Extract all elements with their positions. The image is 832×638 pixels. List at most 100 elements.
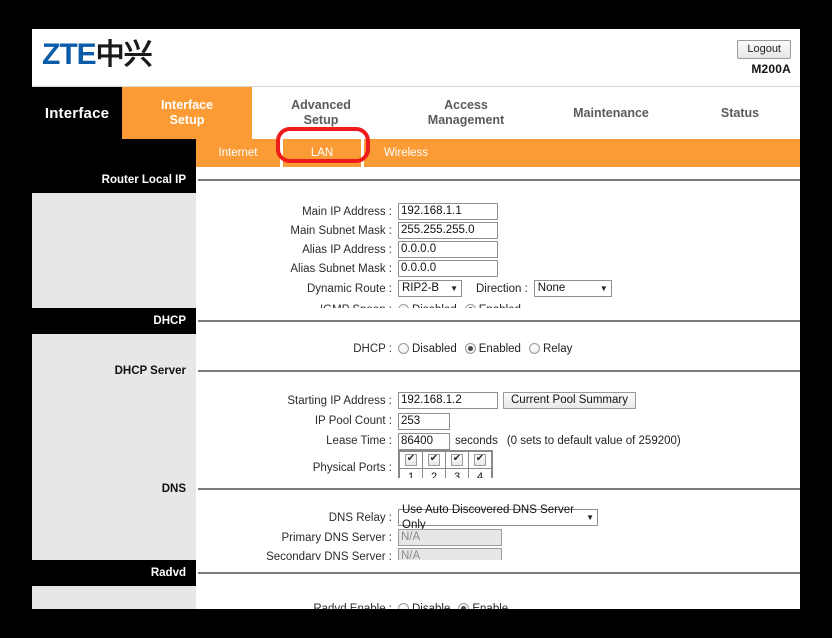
label-dhcp: DHCP : (353, 342, 392, 355)
label-dns-relay: DNS Relay : (328, 511, 392, 524)
physical-port-4-cell[interactable] (468, 450, 492, 469)
label-dynamic-route: Dynamic Route : (306, 282, 392, 295)
dhcp-relay-radio[interactable]: Relay (528, 342, 573, 355)
main-ip-address-input[interactable]: 192.168.1.1 (398, 203, 498, 220)
alias-ip-address-input[interactable]: 0.0.0.0 (398, 241, 498, 258)
section-body-dhcp: DHCP : Disabled Enabled Relay (32, 334, 800, 360)
current-pool-summary-button[interactable]: Current Pool Summary (503, 392, 636, 409)
starting-ip-address-input[interactable]: 192.168.1.2 (398, 392, 498, 409)
section-header-dhcp: DHCP (32, 308, 800, 334)
label-direction: Direction : (476, 282, 528, 295)
subtab-internet[interactable]: Internet (196, 139, 280, 167)
dns-form: DNS Relay : Use Auto Discovered DNS Serv… (196, 500, 800, 565)
section-divider-line (196, 478, 800, 500)
row-radvd-enable: Radvd Enable : Disable Enable (196, 599, 800, 609)
lease-time-hint: (0 sets to default value of 259200) (506, 435, 681, 447)
section-label-spacer-dns (32, 500, 196, 560)
checkbox-icon-checked[interactable] (405, 453, 417, 466)
section-label-radvd: Radvd (32, 560, 196, 586)
dynamic-route-select[interactable]: RIP2-B ▼ (398, 280, 462, 297)
sub-navigation: Internet LAN Wireless (32, 139, 800, 167)
lan-settings-content: Router Local IP Main IP Address : 192.16… (32, 167, 800, 609)
section-rule-radvd (196, 560, 800, 586)
dns-relay-select[interactable]: Use Auto Discovered DNS Server Only ▼ (398, 504, 598, 531)
alias-subnet-mask-input[interactable]: 0.0.0.0 (398, 260, 498, 277)
screenshot-frame: ZTE中兴 Logout M200A Interface Interface S… (0, 0, 832, 638)
tab-status[interactable]: Status (680, 87, 800, 139)
section-divider-line (196, 560, 800, 586)
section-label-spacer-dhcp (32, 334, 196, 360)
tab-interface-setup-line1: Interface (160, 98, 214, 112)
section-label-spacer-router-local-ip (32, 193, 196, 308)
dhcp-enabled-radio[interactable]: Enabled (464, 343, 521, 355)
tab-access-management-line1: Access (444, 98, 488, 112)
logout-area: Logout M200A (671, 39, 791, 76)
direction-select[interactable]: None ▼ (533, 280, 612, 297)
dns-relay-value: Use Auto Discovered DNS Server Only (402, 503, 574, 531)
ip-pool-count-input[interactable]: 253 (398, 412, 450, 430)
section-divider-line (196, 308, 800, 334)
logout-button[interactable]: Logout (737, 40, 791, 59)
radio-icon-selected (464, 343, 476, 354)
radvd-disable-radio[interactable]: Disable (398, 602, 451, 610)
physical-port-2-cell[interactable] (422, 450, 446, 469)
tab-access-management[interactable]: Access Management (390, 87, 542, 139)
radio-icon (398, 603, 409, 609)
row-starting-ip-address: Starting IP Address : 192.168.1.2 Curren… (196, 390, 800, 411)
physical-port-3-cell[interactable] (445, 450, 469, 469)
chevron-down-icon: ▼ (450, 284, 458, 293)
radvd-disable-label: Disable (412, 602, 451, 610)
zte-logo: ZTE中兴 (42, 38, 153, 72)
section-label-spacer-radvd (32, 586, 196, 609)
lease-time-input[interactable]: 86400 (398, 432, 450, 450)
section-rule-router-local-ip (196, 167, 800, 193)
row-lease-time: Lease Time : 86400 seconds (0 sets to de… (196, 431, 800, 451)
dhcp-disabled-radio[interactable]: Disabled (398, 343, 457, 355)
section-header-radvd: Radvd (32, 560, 800, 586)
tab-maintenance-label: Maintenance (573, 105, 649, 120)
sub-nav-filler (448, 139, 800, 167)
tab-status-label: Status (720, 105, 760, 120)
label-ip-pool-count: IP Pool Count : (314, 415, 392, 427)
router-admin-page: ZTE中兴 Logout M200A Interface Interface S… (32, 29, 800, 609)
section-label-dhcp: DHCP (32, 308, 196, 334)
section-divider-line (196, 360, 800, 382)
radvd-enable-radio[interactable]: Enable (458, 603, 508, 609)
dhcp-relay-label: Relay (542, 342, 573, 355)
radio-icon (398, 343, 409, 354)
physical-port-1-cell[interactable] (399, 450, 423, 469)
tab-advanced-setup-line1: Advanced (291, 98, 351, 112)
label-primary-dns-server: Primary DNS Server : (281, 531, 392, 544)
section-label-spacer-dhcp-server (32, 382, 196, 478)
section-rule-dhcp (196, 308, 800, 334)
main-subnet-mask-input[interactable]: 255.255.255.0 (398, 222, 498, 239)
dhcp-server-form: Starting IP Address : 192.168.1.2 Curren… (196, 382, 800, 487)
tab-maintenance[interactable]: Maintenance (542, 87, 680, 139)
section-rule-dns (196, 478, 800, 500)
checkbox-icon-checked[interactable] (451, 453, 463, 466)
radio-icon (528, 343, 540, 354)
label-physical-ports: Physical Ports : (312, 462, 392, 474)
lease-time-units: seconds (455, 435, 498, 447)
section-label-router-local-ip: Router Local IP (32, 167, 196, 193)
row-dhcp-mode: DHCP : Disabled Enabled Relay (196, 339, 800, 358)
row-alias-subnet-mask: Alias Subnet Mask : 0.0.0.0 (196, 259, 800, 278)
sub-nav-spacer (32, 139, 196, 167)
section-label-dns: DNS (32, 478, 196, 500)
label-main-subnet-mask: Main Subnet Mask : (290, 224, 392, 237)
row-dynamic-route: Dynamic Route : RIP2-B ▼ Direction : Non… (196, 278, 800, 299)
section-header-dns: DNS (32, 478, 800, 500)
subtab-wireless[interactable]: Wireless (364, 139, 448, 167)
label-lease-time: Lease Time : (326, 435, 392, 447)
tab-interface-setup[interactable]: Interface Setup (122, 87, 252, 139)
checkbox-icon-checked[interactable] (428, 453, 440, 466)
chevron-down-icon: ▼ (586, 513, 594, 522)
tab-advanced-setup[interactable]: Advanced Setup (252, 87, 390, 139)
section-body-dns: DNS Relay : Use Auto Discovered DNS Serv… (32, 500, 800, 565)
row-alias-ip-address: Alias IP Address : 0.0.0.0 (196, 240, 800, 259)
tab-advanced-setup-line2: Setup (303, 113, 339, 127)
checkbox-icon-checked[interactable] (474, 453, 486, 466)
subtab-lan[interactable]: LAN (280, 139, 364, 167)
radvd-form: Radvd Enable : Disable Enable (196, 586, 800, 609)
logo-bar: ZTE中兴 Logout M200A (32, 29, 800, 87)
